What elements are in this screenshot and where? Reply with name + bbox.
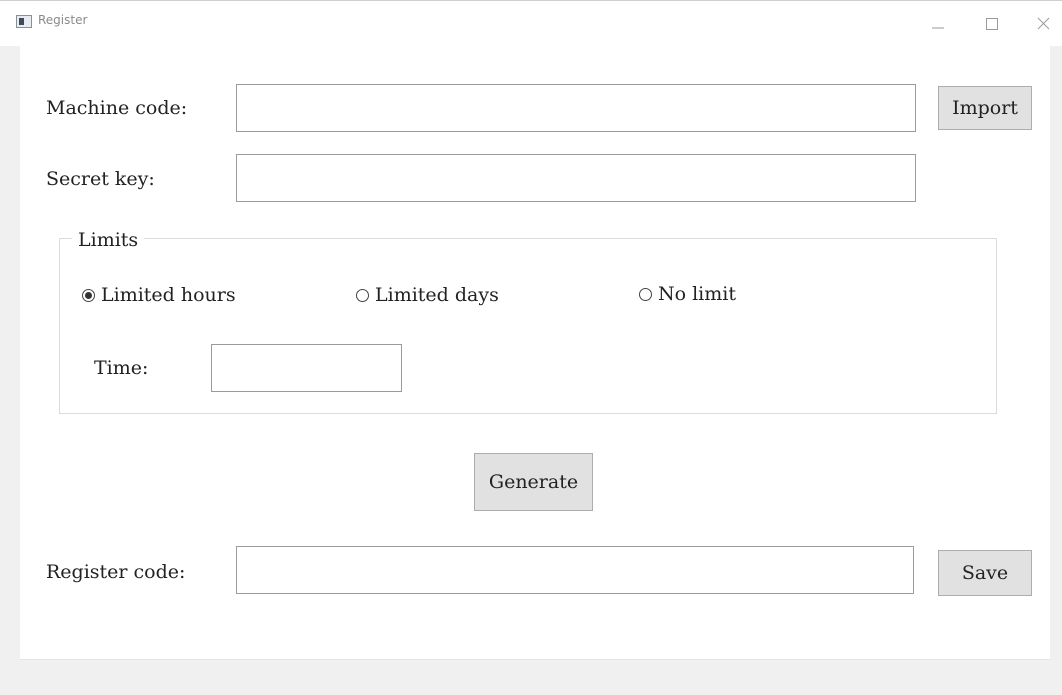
minimize-icon — [932, 27, 944, 29]
radio-no-limit[interactable]: No limit — [639, 283, 736, 305]
radio-label: Limited days — [375, 284, 499, 306]
time-input[interactable] — [211, 344, 402, 392]
close-button[interactable] — [1024, 8, 1062, 40]
radio-button-icon — [82, 288, 95, 302]
radio-limited-hours[interactable]: Limited hours — [82, 284, 236, 306]
radio-label: Limited hours — [101, 284, 236, 306]
register-code-label: Register code: — [46, 561, 186, 583]
minimize-button[interactable] — [918, 8, 958, 40]
window-title: Register — [38, 13, 88, 27]
limits-group-title: Limits — [72, 229, 145, 251]
maximize-icon — [986, 18, 998, 30]
radio-limited-days[interactable]: Limited days — [356, 284, 499, 306]
radio-button-icon — [639, 287, 652, 301]
close-icon — [1037, 17, 1050, 30]
secret-key-label: Secret key: — [46, 168, 155, 190]
save-button[interactable]: Save — [938, 550, 1032, 596]
title-bar[interactable]: Register — [0, 0, 1062, 46]
app-window-icon — [16, 15, 32, 28]
register-form: Machine code: Import Secret key: Limits … — [20, 46, 1050, 660]
machine-code-label: Machine code: — [46, 97, 188, 119]
register-code-input[interactable] — [236, 546, 914, 594]
radio-button-icon — [356, 288, 369, 302]
maximize-button[interactable] — [972, 8, 1012, 40]
limits-groupbox — [59, 238, 997, 414]
secret-key-input[interactable] — [236, 154, 916, 202]
generate-button[interactable]: Generate — [474, 453, 593, 511]
machine-code-input[interactable] — [236, 84, 916, 132]
radio-label: No limit — [658, 283, 736, 305]
time-label: Time: — [94, 357, 149, 379]
import-button[interactable]: Import — [938, 86, 1032, 130]
